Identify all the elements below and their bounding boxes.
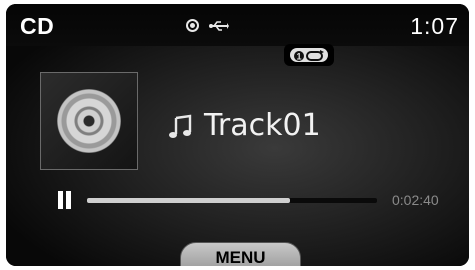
music-note-icon <box>169 114 192 138</box>
screen: CD 1:07 1 Track01 0:02:40 MENU <box>6 4 469 266</box>
disc-icon <box>186 19 199 32</box>
source-label: CD <box>20 13 55 39</box>
cd-disc-icon <box>57 89 121 153</box>
menu-button[interactable]: MENU <box>180 242 301 266</box>
track-title: Track01 <box>204 108 321 143</box>
usb-icon <box>208 20 229 31</box>
progress-fill <box>87 198 290 203</box>
status-icons <box>186 16 229 34</box>
clock: 1:07 <box>410 13 459 39</box>
repeat-one-icon: 1 <box>290 48 328 62</box>
status-bar: CD 1:07 <box>6 4 469 46</box>
head-unit-display: CD 1:07 1 Track01 0:02:40 MENU <box>6 4 469 266</box>
pause-icon[interactable] <box>58 191 72 209</box>
repeat-mode-indicator: 1 <box>284 44 334 66</box>
svg-text:1: 1 <box>296 52 301 62</box>
elapsed-time: 0:02:40 <box>392 192 439 208</box>
album-art <box>40 72 138 170</box>
progress-bar[interactable] <box>87 198 377 203</box>
